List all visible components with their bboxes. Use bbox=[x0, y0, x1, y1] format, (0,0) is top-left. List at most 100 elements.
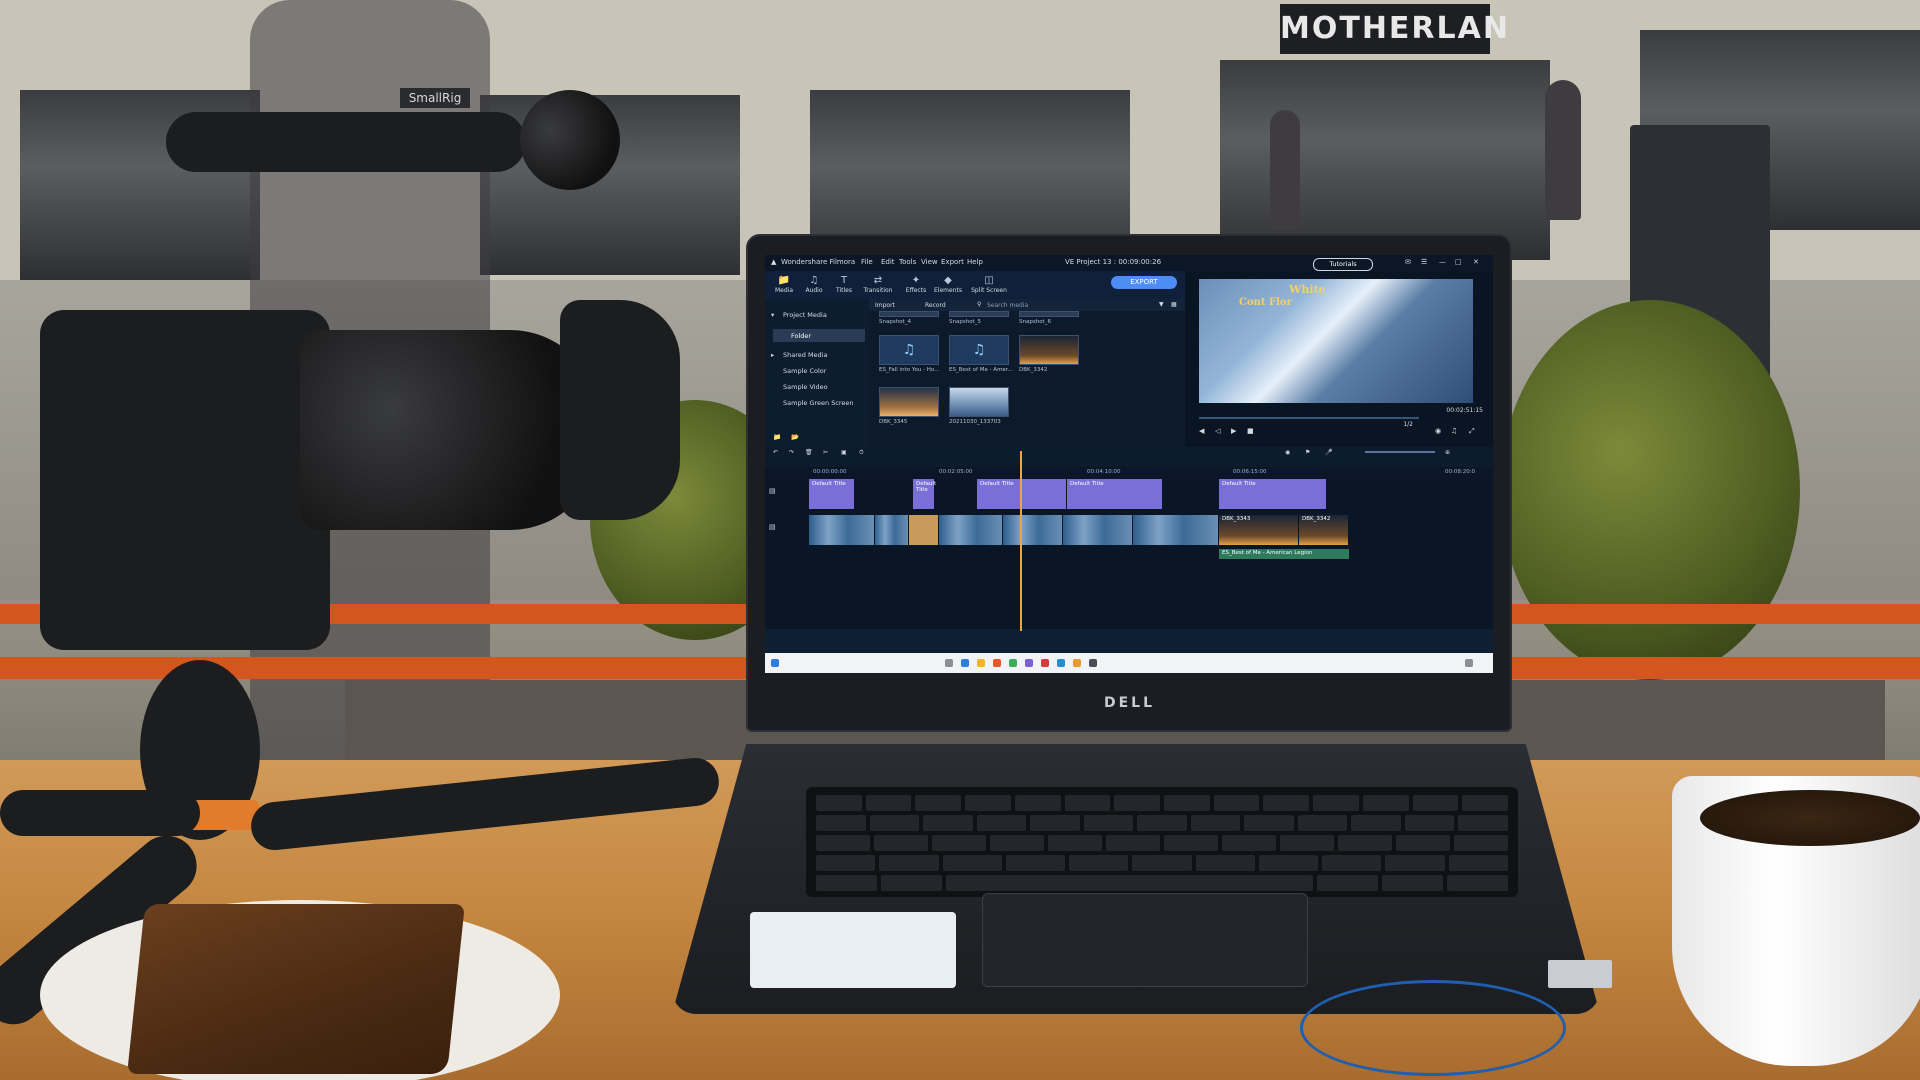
video-clip[interactable] bbox=[939, 515, 1003, 545]
title-clip[interactable]: Default Title bbox=[1219, 479, 1327, 509]
delete-icon[interactable]: 🗑 bbox=[805, 449, 813, 456]
video-clip[interactable] bbox=[909, 515, 939, 545]
media-item[interactable]: ♫ ES_Fall into You - Ho... bbox=[879, 335, 939, 377]
windows-start-icon[interactable] bbox=[771, 659, 779, 667]
preview-panel: White Cont Flor 00:02:51:15 1/2 ◀ ◁ ▶ ■ … bbox=[1185, 271, 1493, 447]
speed-icon[interactable]: ⏱ bbox=[859, 449, 864, 457]
chrome-browser-icon[interactable] bbox=[1009, 659, 1017, 667]
timeline-playhead[interactable] bbox=[1020, 451, 1022, 631]
office-icon[interactable] bbox=[993, 659, 1001, 667]
timeline-ruler[interactable]: 00:00:00:00 00:02:05:00 00:04:10:00 00:0… bbox=[765, 467, 1493, 479]
edge-browser-icon[interactable] bbox=[961, 659, 969, 667]
chevron-down-icon[interactable]: ▾ bbox=[771, 311, 774, 319]
video-clip[interactable]: DBK_3343 bbox=[1219, 515, 1299, 545]
preview-video[interactable]: White Cont Flor bbox=[1199, 279, 1473, 403]
title-clip[interactable]: Default Title bbox=[977, 479, 1067, 509]
media-thumbnail bbox=[879, 387, 939, 417]
sidebar-sample-color[interactable]: Sample Color bbox=[783, 367, 826, 375]
track-lock-icon[interactable]: ▤ bbox=[769, 523, 776, 531]
laptop-keyboard[interactable] bbox=[806, 787, 1518, 897]
volume-icon[interactable]: ♫ bbox=[1451, 427, 1457, 435]
media-item[interactable]: DBK_3345 bbox=[879, 387, 939, 429]
video-clip[interactable]: DBK_3342 bbox=[1299, 515, 1349, 545]
record-button[interactable]: Record bbox=[925, 302, 946, 309]
tab-media[interactable]: 📁 Media bbox=[767, 275, 801, 294]
preview-scrubber[interactable] bbox=[1199, 417, 1419, 419]
app-taskbar-icon[interactable] bbox=[1025, 659, 1033, 667]
menu-edit[interactable]: Edit bbox=[881, 258, 895, 266]
video-clip[interactable] bbox=[1133, 515, 1219, 545]
video-clip[interactable] bbox=[875, 515, 909, 545]
app-taskbar-icon[interactable] bbox=[1089, 659, 1097, 667]
new-folder-icon[interactable]: 📁 bbox=[773, 433, 781, 441]
media-item[interactable]: ♫ ES_Best of Me - Amer... bbox=[949, 335, 1013, 377]
zoom-slider[interactable] bbox=[1365, 451, 1435, 453]
title-clip[interactable]: Default Title bbox=[809, 479, 855, 509]
zoom-in-icon[interactable]: ⊕ bbox=[1445, 449, 1450, 456]
video-clip[interactable] bbox=[809, 515, 875, 545]
tab-titles[interactable]: T Titles bbox=[827, 275, 861, 294]
render-icon[interactable]: ◉ bbox=[1285, 449, 1290, 456]
import-button[interactable]: Import bbox=[875, 302, 895, 309]
notification-icon[interactable] bbox=[1465, 659, 1473, 667]
preview-title-line2: Cont Flor bbox=[1239, 297, 1292, 308]
export-button[interactable]: EXPORT bbox=[1111, 276, 1177, 289]
minimize-icon[interactable]: — bbox=[1439, 258, 1446, 266]
undo-icon[interactable]: ↶ bbox=[773, 449, 778, 456]
tab-elements[interactable]: ◆ Elements bbox=[931, 275, 965, 294]
media-item[interactable]: 20211030_133703 bbox=[949, 387, 1009, 429]
media-label: Snapshot_5 bbox=[949, 319, 981, 325]
close-icon[interactable]: ✕ bbox=[1473, 258, 1479, 266]
menu-file[interactable]: File bbox=[861, 258, 873, 266]
grid-view-icon[interactable]: ▦ bbox=[1171, 301, 1177, 308]
menu-icon[interactable]: ☰ bbox=[1421, 258, 1427, 266]
menu-tools[interactable]: Tools bbox=[899, 258, 916, 266]
fullscreen-icon[interactable]: ⤢ bbox=[1469, 427, 1475, 436]
title-clip[interactable]: Default Title bbox=[913, 479, 936, 509]
menu-export[interactable]: Export bbox=[941, 258, 964, 266]
laptop-touchpad[interactable] bbox=[982, 893, 1308, 987]
menu-help[interactable]: Help bbox=[967, 258, 983, 266]
sidebar-project-media[interactable]: Project Media bbox=[783, 311, 827, 319]
tutorials-button[interactable]: Tutorials bbox=[1313, 258, 1373, 271]
menu-view[interactable]: View bbox=[921, 258, 938, 266]
crop-icon[interactable]: ▣ bbox=[841, 449, 847, 456]
video-clip[interactable] bbox=[1003, 515, 1063, 545]
sidebar-sample-video[interactable]: Sample Video bbox=[783, 383, 828, 391]
tab-audio[interactable]: ♫ Audio bbox=[797, 275, 831, 294]
prev-frame-icon[interactable]: ◀ bbox=[1199, 427, 1204, 435]
mic-icon[interactable]: 🎤 bbox=[1325, 449, 1332, 456]
snapshot-icon[interactable]: ◉ bbox=[1435, 427, 1441, 435]
title-clip[interactable]: Default Title bbox=[1067, 479, 1163, 509]
step-back-icon[interactable]: ◁ bbox=[1215, 427, 1220, 435]
sidebar-sample-green-screen[interactable]: Sample Green Screen bbox=[783, 399, 854, 407]
video-clip[interactable] bbox=[1063, 515, 1133, 545]
folder-icon[interactable]: 📂 bbox=[791, 433, 799, 441]
filter-icon[interactable]: ▼ bbox=[1159, 301, 1164, 308]
audio-clip[interactable]: ES_Best of Me - American Legion bbox=[1219, 549, 1349, 559]
app-taskbar-icon[interactable] bbox=[1073, 659, 1081, 667]
split-screen-icon: ◫ bbox=[984, 275, 994, 286]
transition-icon: ⇄ bbox=[873, 275, 883, 286]
search-input[interactable]: Search media bbox=[987, 302, 1028, 309]
cut-icon[interactable]: ✂ bbox=[823, 449, 828, 456]
file-explorer-icon[interactable] bbox=[977, 659, 985, 667]
marker-icon[interactable]: ⚑ bbox=[1305, 449, 1310, 456]
play-icon[interactable]: ▶ bbox=[1231, 427, 1236, 435]
track-lock-icon[interactable]: ▤ bbox=[769, 487, 776, 495]
sidebar-shared-media[interactable]: Shared Media bbox=[783, 351, 827, 359]
tab-effects[interactable]: ✦ Effects bbox=[899, 275, 933, 294]
sidebar-folder[interactable]: Folder bbox=[773, 329, 865, 342]
tab-effects-label: Effects bbox=[905, 287, 927, 294]
tab-split-screen[interactable]: ◫ Split Screen bbox=[967, 275, 1011, 294]
notification-icon[interactable]: ✉ bbox=[1405, 258, 1411, 266]
app-taskbar-icon[interactable] bbox=[1041, 659, 1049, 667]
stop-icon[interactable]: ■ bbox=[1247, 427, 1254, 435]
maximize-icon[interactable]: □ bbox=[1455, 258, 1462, 266]
tab-transition[interactable]: ⇄ Transition bbox=[861, 275, 895, 294]
filmora-taskbar-icon[interactable] bbox=[1057, 659, 1065, 667]
search-icon[interactable] bbox=[945, 659, 953, 667]
chevron-right-icon[interactable]: ▸ bbox=[771, 351, 774, 359]
redo-icon[interactable]: ↷ bbox=[789, 449, 794, 456]
media-item[interactable]: DBK_3342 bbox=[1019, 335, 1079, 377]
